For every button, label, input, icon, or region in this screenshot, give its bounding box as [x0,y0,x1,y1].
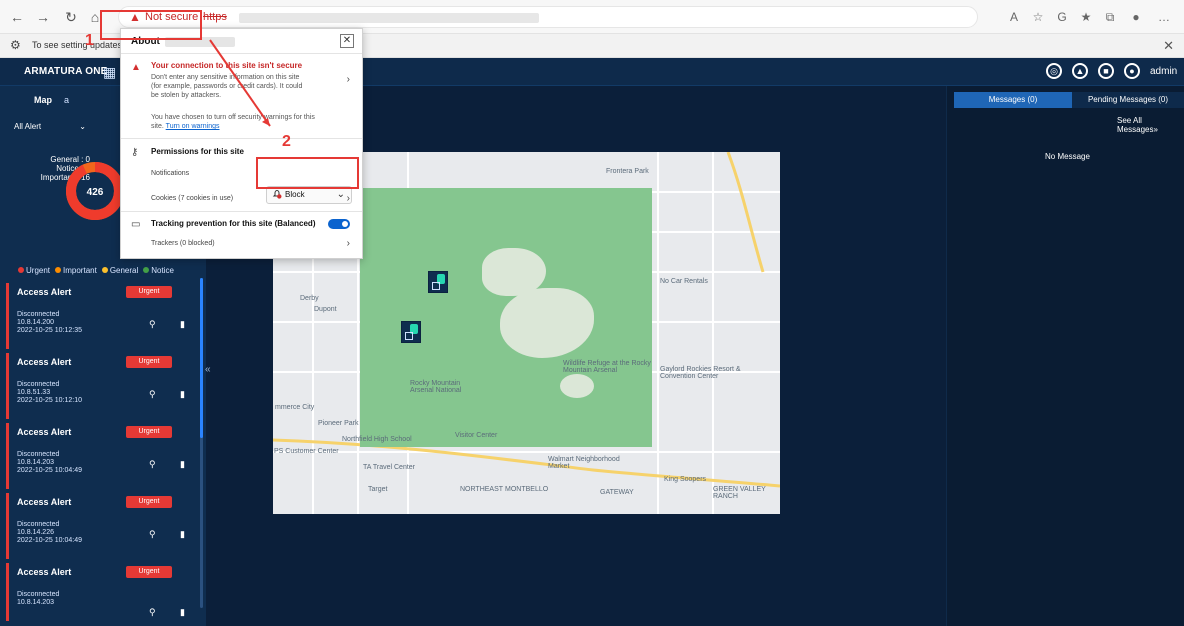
annotation-arrow [209,39,271,127]
screen: ← → ↻ ⌂ ▲ Not secure https A ☆ G ★ ⧉ ● …… [0,0,1184,626]
